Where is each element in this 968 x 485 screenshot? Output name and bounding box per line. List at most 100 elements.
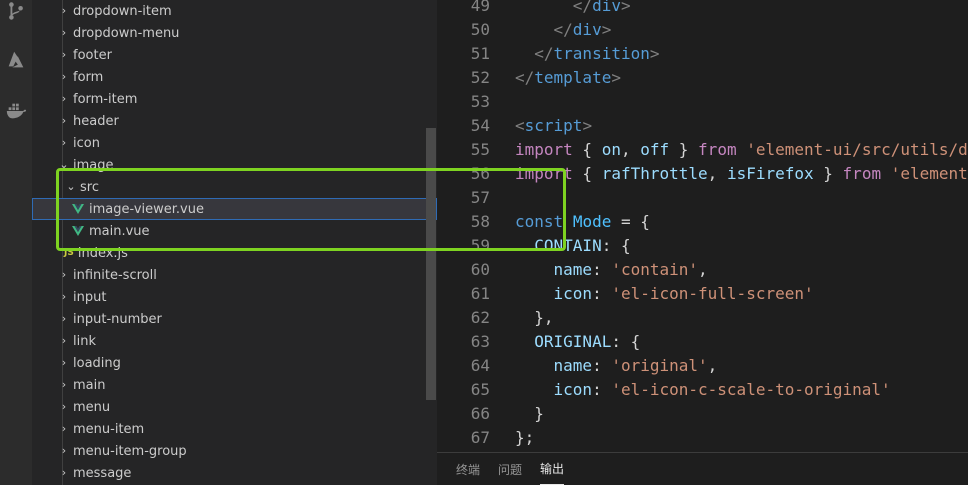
- tree-item-label: header: [73, 113, 119, 129]
- tree-item-src[interactable]: ⌄ src: [32, 176, 437, 198]
- code-line[interactable]: 65 icon: 'el-icon-c-scale-to-original': [437, 378, 968, 402]
- tree-item-dropdown-menu[interactable]: › dropdown-menu: [32, 22, 437, 44]
- line-text: name: 'original',: [553, 356, 718, 375]
- tree-item-input-number[interactable]: › input-number: [32, 308, 437, 330]
- tree-item-label: image-viewer.vue: [89, 201, 204, 217]
- tree-item-header[interactable]: › header: [32, 110, 437, 132]
- line-number: 63: [470, 332, 490, 351]
- tree-item-form-item[interactable]: › form-item: [32, 88, 437, 110]
- line-text: ORIGINAL: {: [534, 332, 641, 351]
- line-number: 64: [470, 356, 490, 375]
- code-line[interactable]: 67};: [437, 426, 968, 450]
- tree-item-label: icon: [73, 135, 100, 151]
- chevron-right-icon: ›: [61, 268, 67, 281]
- tree-item-label: form: [73, 69, 104, 85]
- tree-item-message[interactable]: › message: [32, 462, 437, 484]
- tree-item-label: menu: [73, 399, 111, 415]
- line-number: 62: [470, 308, 490, 327]
- chevron-right-icon: ›: [61, 422, 67, 435]
- line-text: </div>: [572, 0, 631, 15]
- chevron-right-icon: ›: [61, 48, 67, 61]
- tree-item-menu[interactable]: › menu: [32, 396, 437, 418]
- line-text: },: [515, 308, 554, 327]
- tree-item-form[interactable]: › form: [32, 66, 437, 88]
- chevron-right-icon: ›: [61, 334, 67, 347]
- code-line[interactable]: 52 </template>: [437, 66, 968, 90]
- activity-bar: [0, 0, 32, 485]
- line-text: }: [515, 404, 544, 423]
- code-line[interactable]: 61 icon: 'el-icon-full-screen': [437, 282, 968, 306]
- line-text: import { rafThrottle, isFirefox } from '…: [515, 164, 968, 183]
- docker-icon[interactable]: [0, 96, 32, 126]
- code-line[interactable]: 50 </div>: [437, 18, 968, 42]
- code-editor[interactable]: 49 </div> 50 </div> 51 </transition> 52 </te…: [437, 0, 968, 452]
- chevron-down-icon: ⌄: [59, 158, 69, 171]
- tree-item-label: dropdown-item: [73, 3, 172, 19]
- js-file-icon: JS: [64, 248, 74, 258]
- code-line[interactable]: 54 <script>: [437, 114, 968, 138]
- tree-item-footer[interactable]: › footer: [32, 44, 437, 66]
- tree-item-link[interactable]: › link: [32, 330, 437, 352]
- code-line[interactable]: 57: [437, 186, 968, 210]
- tree-item-label: menu-item-group: [73, 443, 187, 459]
- chevron-right-icon: ›: [61, 312, 67, 325]
- line-number: 65: [470, 380, 490, 399]
- tree-item-label: infinite-scroll: [73, 267, 157, 283]
- tree-item-menu-item-group[interactable]: › menu-item-group: [32, 440, 437, 462]
- code-line[interactable]: 58 const Mode = {: [437, 210, 968, 234]
- tab-output[interactable]: 输出: [540, 453, 565, 485]
- vue-file-icon: [72, 226, 84, 236]
- tree-item-loading[interactable]: › loading: [32, 352, 437, 374]
- line-text: const Mode = {: [515, 212, 650, 231]
- source-control-icon[interactable]: [0, 0, 32, 26]
- tree-item-main[interactable]: › main: [32, 374, 437, 396]
- tree-item-infinite-scroll[interactable]: › infinite-scroll: [32, 264, 437, 286]
- tree-item-label: footer: [73, 47, 112, 63]
- tree-item-label: index.js: [77, 245, 128, 261]
- chevron-right-icon: ›: [61, 356, 67, 369]
- chevron-right-icon: ›: [61, 92, 67, 105]
- chevron-down-icon: ⌄: [66, 180, 76, 193]
- tree-item-input[interactable]: › input: [32, 286, 437, 308]
- code-line[interactable]: 64 name: 'original',: [437, 354, 968, 378]
- code-line[interactable]: 51 </transition>: [437, 42, 968, 66]
- line-number: 54: [470, 116, 490, 135]
- tree-item-dropdown-item[interactable]: › dropdown-item: [32, 0, 437, 22]
- line-number: 56: [470, 164, 490, 183]
- chevron-right-icon: ›: [61, 4, 67, 17]
- code-line[interactable]: 53: [437, 90, 968, 114]
- tree-item-index-js[interactable]: JS index.js: [32, 242, 437, 264]
- code-line[interactable]: 63 ORIGINAL: {: [437, 330, 968, 354]
- code-line[interactable]: 55 import { on, off } from 'element-ui/sr…: [437, 138, 968, 162]
- tab-problems[interactable]: 问题: [498, 453, 522, 485]
- tree-item-label: loading: [73, 355, 121, 371]
- code-line[interactable]: 62 },: [437, 306, 968, 330]
- tree-item-label: main: [73, 377, 106, 393]
- line-text: </div>: [553, 20, 612, 39]
- line-text: import { on, off } from 'element-ui/src/…: [515, 140, 968, 159]
- code-line[interactable]: 66 }: [437, 402, 968, 426]
- line-number: 49: [470, 0, 490, 15]
- tree-item-label: form-item: [73, 91, 138, 107]
- tab-terminal[interactable]: 终端: [456, 453, 480, 485]
- line-text: <script>: [515, 116, 593, 135]
- code-line[interactable]: 49 </div>: [437, 0, 968, 18]
- tree-item-icon[interactable]: › icon: [32, 132, 437, 154]
- line-number: 59: [470, 236, 490, 255]
- line-number: 57: [470, 188, 490, 207]
- line-number: 50: [470, 20, 490, 39]
- tree-item-image[interactable]: ⌄ image: [32, 154, 437, 176]
- chevron-right-icon: ›: [61, 400, 67, 413]
- line-number: 51: [470, 44, 490, 63]
- tree-item-label: src: [80, 179, 99, 195]
- code-line[interactable]: 56 import { rafThrottle, isFirefox } from…: [437, 162, 968, 186]
- sidebar-scrollbar[interactable]: [426, 128, 436, 400]
- code-line[interactable]: 59 CONTAIN: {: [437, 234, 968, 258]
- azure-icon[interactable]: [0, 45, 32, 75]
- tree-item-main-vue[interactable]: main.vue: [32, 220, 437, 242]
- tree-item-label: image: [73, 157, 114, 173]
- chevron-right-icon: ›: [61, 70, 67, 83]
- tree-item-image-viewer-vue[interactable]: image-viewer.vue: [32, 198, 437, 220]
- code-line[interactable]: 60 name: 'contain',: [437, 258, 968, 282]
- tree-item-menu-item[interactable]: › menu-item: [32, 418, 437, 440]
